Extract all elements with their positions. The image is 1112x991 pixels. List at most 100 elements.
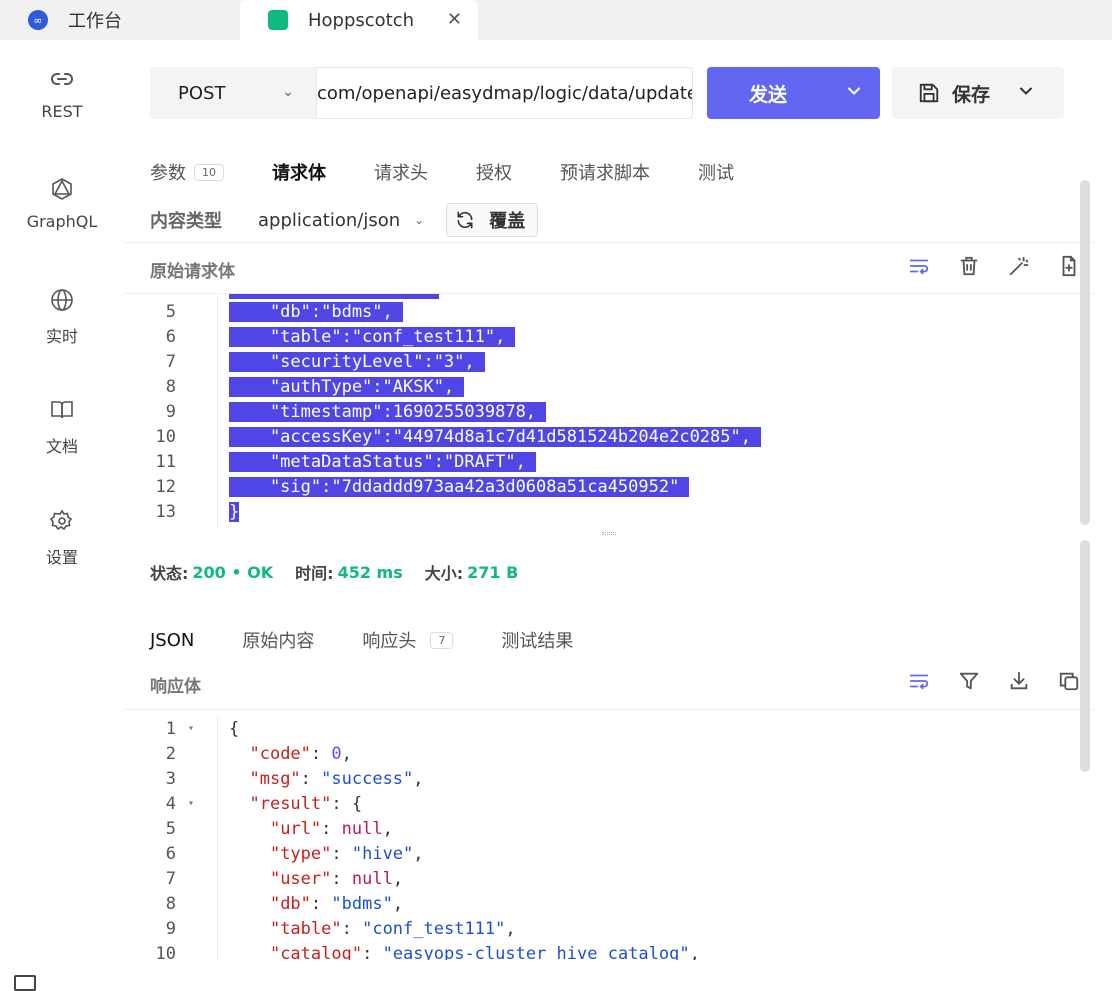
fold-arrow-icon[interactable]: ▾ — [176, 798, 206, 809]
tab-label: JSON — [150, 629, 195, 651]
tab-label: 授权 — [476, 163, 512, 184]
line-number: 7 — [165, 351, 176, 372]
fold-arrow-icon[interactable]: ▾ — [176, 723, 206, 734]
wrap-lines-icon[interactable] — [894, 255, 944, 277]
code-line: 10 "catalog": "easyops-cluster hive cata… — [124, 941, 1090, 961]
request-scrollbar[interactable] — [1080, 180, 1090, 525]
code-line: 4 ▾ "result": { — [124, 791, 1090, 816]
save-button[interactable]: 保存 — [892, 67, 1064, 119]
tab-headers[interactable]: 请求头 — [374, 156, 428, 188]
code-line: 2 "code": 0, — [124, 741, 1090, 766]
chevron-down-icon[interactable]: ⌄ — [414, 213, 424, 227]
code-line: 10 "accessKey":"44974d8a1c7d41d581524b20… — [124, 424, 1090, 449]
trash-icon[interactable] — [944, 255, 994, 277]
graphql-icon — [49, 176, 75, 202]
code-text: "table":"conf_test111", — [229, 326, 516, 347]
url-input[interactable]: com/openapi/easydmap/logic/data/update — [316, 67, 693, 119]
sidebar-item-settings[interactable]: 设置 — [0, 508, 124, 568]
tab-count-badge: 7 — [430, 631, 454, 649]
request-body-editor[interactable]: 5 "db":"bdms", 6 "table":"conf_test111",… — [124, 294, 1090, 530]
json-value: 0 — [331, 743, 342, 764]
line-number: 2 — [165, 743, 176, 764]
browser-tab-workbench[interactable]: ∞ 工作台 — [0, 0, 238, 40]
tab-params[interactable]: 参数 10 — [150, 156, 224, 188]
time-value: 452 ms — [337, 562, 403, 582]
tab-pre-request-script[interactable]: 预请求脚本 — [560, 156, 650, 188]
sidebar-item-docs[interactable]: 文档 — [0, 397, 124, 457]
json-value: { — [351, 793, 363, 814]
response-scrollbar[interactable] — [1080, 540, 1090, 772]
response-body-header: 响应体 — [124, 658, 1094, 710]
json-key: "url" — [269, 818, 322, 839]
chevron-down-icon[interactable] — [1016, 81, 1036, 101]
code-line: 8 "authType":"AKSK", — [124, 374, 1090, 399]
tab-test-results[interactable]: 测试结果 — [501, 622, 573, 658]
line-number: 8 — [165, 376, 176, 397]
tab-label: 测试 — [698, 163, 734, 184]
code-line: 13 } — [124, 499, 1090, 524]
override-button[interactable]: 覆盖 — [446, 203, 539, 237]
line-number: 13 — [155, 501, 176, 522]
magic-wand-icon[interactable] — [994, 255, 1044, 277]
tab-raw[interactable]: 原始内容 — [242, 622, 314, 658]
method-select[interactable]: POST ⌄ — [150, 67, 316, 119]
request-tabs: 参数 10 请求体 请求头 授权 预请求脚本 测试 — [150, 156, 782, 188]
status-label: 状态: — [150, 564, 189, 583]
panel-toggle-icon[interactable] — [14, 975, 36, 991]
tab-label: 原始内容 — [242, 631, 315, 652]
filter-icon[interactable] — [944, 670, 994, 692]
code-line: 1 ▾ { — [124, 716, 1090, 741]
json-value: "hive" — [351, 843, 414, 864]
tab-response-headers[interactable]: 响应头 7 — [362, 622, 454, 658]
close-icon[interactable]: ✕ — [447, 9, 462, 30]
tab-auth[interactable]: 授权 — [476, 156, 512, 188]
browser-tab-hoppscotch[interactable]: Hoppscotch ✕ — [240, 0, 478, 40]
line-number: 10 — [155, 943, 176, 961]
code-line: 6 "type": "hive", — [124, 841, 1090, 866]
tab-label: 测试结果 — [501, 631, 574, 652]
refresh-icon — [457, 211, 473, 229]
download-icon[interactable] — [994, 670, 1044, 692]
content-type-select[interactable]: application/json — [258, 210, 400, 231]
tab-tests[interactable]: 测试 — [698, 156, 734, 188]
send-button[interactable]: 发送 — [707, 67, 880, 119]
code-line: 5 "db":"bdms", — [124, 299, 1090, 324]
sidebar-item-graphql[interactable]: GraphQL — [0, 176, 124, 231]
tab-label: 预请求脚本 — [560, 163, 650, 184]
resize-handle[interactable] — [124, 532, 1094, 538]
browser-tab-title: Hoppscotch — [308, 9, 415, 31]
tab-label: 响应头 — [362, 631, 417, 652]
line-number: 8 — [165, 893, 176, 914]
code-line: 11 "metaDataStatus":"DRAFT", — [124, 449, 1090, 474]
response-body-viewer[interactable]: 1 ▾ { 2 "code": 0, 3 "msg": "success", 4… — [124, 716, 1090, 960]
time-label: 时间: — [295, 564, 334, 583]
rest-link-icon — [49, 66, 75, 92]
url-value: com/openapi/easydmap/logic/data/update — [317, 82, 693, 104]
json-key: "catalog" — [269, 943, 363, 961]
book-icon — [49, 397, 75, 423]
method-value: POST — [178, 82, 226, 104]
line-number: 9 — [165, 918, 176, 939]
sidebar-item-realtime[interactable]: 实时 — [0, 287, 124, 347]
response-body-title: 响应体 — [150, 677, 201, 697]
line-number: 4 — [165, 793, 176, 814]
size-label: 大小: — [424, 564, 464, 583]
code-text: "authType":"AKSK", — [229, 376, 465, 397]
code-line: 12 "sig":"7ddaddd973aa42a3d0608a51ca4509… — [124, 474, 1090, 499]
code-line: 7 "user": null, — [124, 866, 1090, 891]
sidebar-item-rest[interactable]: REST — [0, 66, 124, 121]
tab-json[interactable]: JSON — [150, 622, 195, 662]
line-number: 9 — [165, 401, 176, 422]
json-key: "user" — [269, 868, 332, 889]
chevron-down-icon[interactable] — [844, 81, 864, 101]
sidebar-item-label: GraphQL — [26, 212, 98, 231]
tab-body[interactable]: 请求体 — [272, 156, 326, 188]
content-type-row: 内容类型 application/json ⌄ 覆盖 — [150, 203, 539, 237]
code-line: 7 "securityLevel":"3", — [124, 349, 1090, 374]
sidebar: REST GraphQL 实时 文档 设置 — [0, 40, 124, 991]
code-text: } — [229, 501, 240, 522]
sidebar-item-label: 实时 — [45, 327, 78, 346]
workbench-icon: ∞ — [28, 10, 48, 30]
globe-icon — [49, 287, 75, 313]
wrap-lines-icon[interactable] — [894, 670, 944, 692]
